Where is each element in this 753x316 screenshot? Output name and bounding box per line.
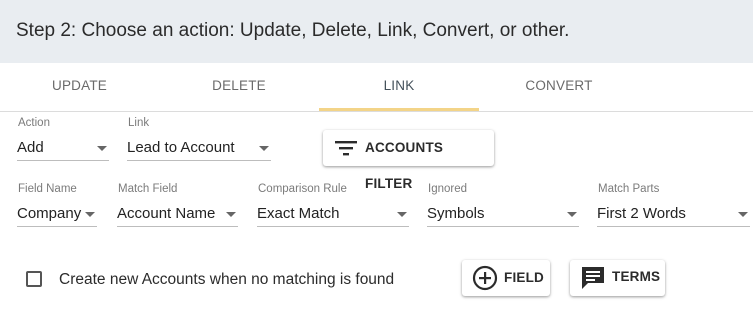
step-title: Step 2: Choose an action: Update, Delete… bbox=[16, 20, 570, 41]
create-accounts-checkbox[interactable] bbox=[26, 271, 42, 287]
comparison-rule-select[interactable]: Exact Match bbox=[257, 201, 409, 227]
match-field-label: Match Field bbox=[118, 183, 178, 195]
chevron-down-icon bbox=[97, 146, 107, 151]
action-label: Action bbox=[18, 117, 50, 129]
link-label: Link bbox=[128, 117, 150, 129]
action-tabs: UPDATE DELETE LINK CONVERT bbox=[0, 63, 753, 112]
accounts-filter-button[interactable]: ACCOUNTS FILTER bbox=[323, 130, 494, 191]
ignored-label: Ignored bbox=[428, 183, 468, 195]
terms-button-label: TERMS bbox=[612, 269, 661, 284]
add-field-button[interactable]: FIELD bbox=[462, 260, 550, 296]
match-parts-select[interactable]: First 2 Words bbox=[597, 201, 750, 227]
link-value: Lead to Account bbox=[127, 139, 235, 156]
tab-link[interactable]: LINK bbox=[319, 63, 479, 111]
match-parts-label: Match Parts bbox=[598, 183, 660, 195]
action-value: Add bbox=[17, 139, 44, 156]
match-field-value: Account Name bbox=[117, 205, 216, 222]
field-name-label: Field Name bbox=[18, 183, 77, 195]
chevron-down-icon bbox=[226, 212, 236, 217]
add-circle-icon bbox=[472, 265, 498, 291]
comparison-rule-value: Exact Match bbox=[257, 205, 340, 222]
match-field-select[interactable]: Account Name bbox=[117, 201, 238, 227]
action-select[interactable]: Add bbox=[17, 135, 109, 161]
chevron-down-icon bbox=[567, 212, 577, 217]
comparison-rule-label: Comparison Rule bbox=[258, 183, 347, 195]
chevron-down-icon bbox=[738, 212, 748, 217]
chevron-down-icon bbox=[397, 212, 407, 217]
filter-icon bbox=[335, 141, 357, 156]
message-icon bbox=[582, 267, 604, 289]
create-accounts-label: Create new Accounts when no matching is … bbox=[59, 271, 395, 288]
field-name-select[interactable]: Company bbox=[17, 201, 97, 227]
tab-convert[interactable]: CONVERT bbox=[479, 63, 639, 111]
chevron-down-icon bbox=[85, 212, 95, 217]
ignored-select[interactable]: Symbols bbox=[427, 201, 579, 227]
tab-delete[interactable]: DELETE bbox=[159, 63, 319, 111]
terms-button[interactable]: TERMS bbox=[570, 260, 665, 296]
ignored-value: Symbols bbox=[427, 205, 485, 222]
field-name-value: Company bbox=[17, 205, 82, 222]
tab-update[interactable]: UPDATE bbox=[0, 63, 159, 111]
chevron-down-icon bbox=[259, 146, 269, 151]
field-button-label: FIELD bbox=[504, 270, 544, 285]
match-parts-value: First 2 Words bbox=[597, 205, 686, 222]
link-select[interactable]: Lead to Account bbox=[127, 135, 271, 161]
step-header: Step 2: Choose an action: Update, Delete… bbox=[0, 0, 753, 63]
